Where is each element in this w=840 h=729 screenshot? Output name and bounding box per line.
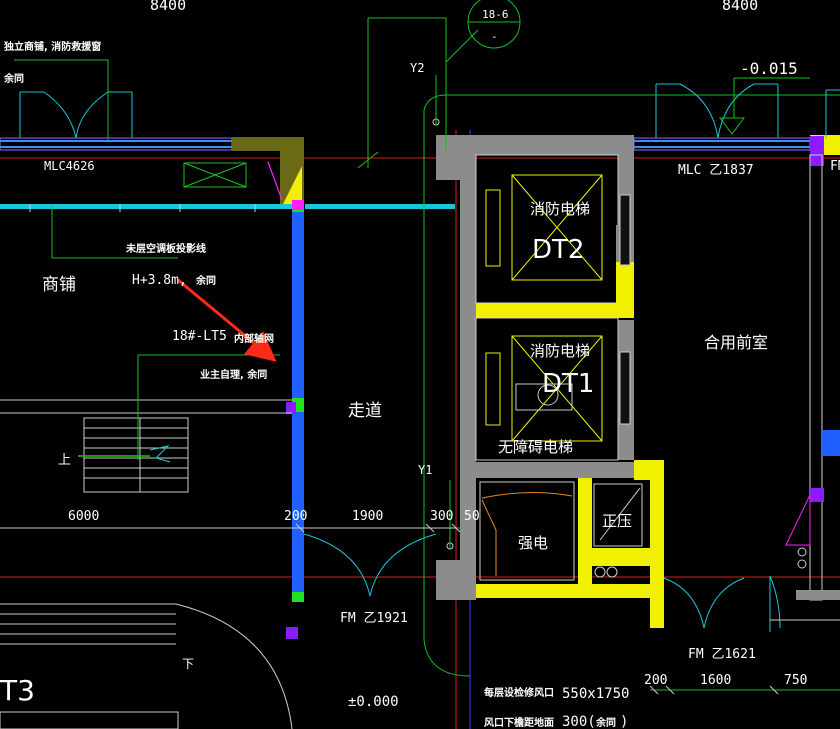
grid-bubble-top: 18-6 [482,8,509,21]
dim-right-1: 1600 [700,673,731,688]
level-mark-top: -0.015 [740,59,798,78]
note-inner-ref: 内部轴网 [234,332,274,345]
room-stair-id: T3 [0,674,35,707]
dim-left-3: 300 [430,509,453,524]
elevator1-title: 消防电梯 [530,342,590,360]
note-owner: 业主自理, 余同 [200,368,267,381]
note-ceiling-line: 未层空调板投影线 [125,242,206,255]
note-down: 下 [182,657,194,671]
window-left-label: MLC4626 [44,159,95,173]
dim-top-left: 8400 [150,0,186,14]
note-same-mid: 余同 [195,274,216,287]
note-same-bottom: 余同 [595,716,616,729]
dim-left-0: 6000 [68,509,99,524]
dim-left-4: 50 [464,509,480,524]
right-lobby [633,77,840,632]
grid-ref-y1: Y1 [418,463,432,477]
note-shaft-size: 550x1750 [562,686,629,702]
note-height: H+3.8m, [132,273,187,288]
room-corridor: 走道 [348,401,382,421]
dim-left-1: 200 [284,509,307,524]
grid-ref-y2: Y2 [410,61,424,75]
room-accessible-elevator: 无障碍电梯 [498,438,573,456]
door-right-cut-label: FM [830,159,840,174]
grid-bubble-bottom: - [491,30,498,43]
cad-floor-plan: 8400 8400 18-6 - Y2 Y1 -0.015 ±0.000 独立商… [0,0,840,729]
room-shop: 商铺 [42,275,76,295]
dim-top-right: 8400 [722,0,758,14]
note-shaft-close: ) [620,714,628,729]
note-same-left: 余同 [3,72,24,85]
dim-right-0: 200 [644,673,667,688]
annotation-arrow [177,278,277,362]
note-beam-ref: 18#-LT5 [172,329,227,344]
dim-left-2: 1900 [352,509,383,524]
window-right-label: MLC 乙1837 [678,163,754,178]
elevator1-id: DT1 [542,369,594,399]
elevator2-id: DT2 [532,235,584,265]
note-up: 上 [58,453,71,468]
elevator-core [423,75,840,677]
room-pressurization: 正压 [602,512,632,530]
grid-lines [0,130,840,729]
elevator2-title: 消防电梯 [530,200,590,218]
text-layer: 8400 8400 18-6 - Y2 Y1 -0.015 ±0.000 独立商… [0,0,840,729]
room-strong-power: 强电 [518,534,548,552]
door-left-label: FM 乙1921 [340,611,408,626]
note-shaft-height: 300( [562,714,596,729]
level-mark-bottom: ±0.000 [348,694,399,710]
door-right-label: FM 乙1621 [688,647,756,662]
note-shaft-row2: 风口下檐距地面 [484,716,554,729]
note-shop-window: 独立商铺, 消防救援窗 [4,40,101,53]
room-shared-lobby: 合用前室 [704,333,768,352]
note-shaft-row1: 每层设检修风口 [484,686,554,699]
dim-right-2: 750 [784,673,807,688]
